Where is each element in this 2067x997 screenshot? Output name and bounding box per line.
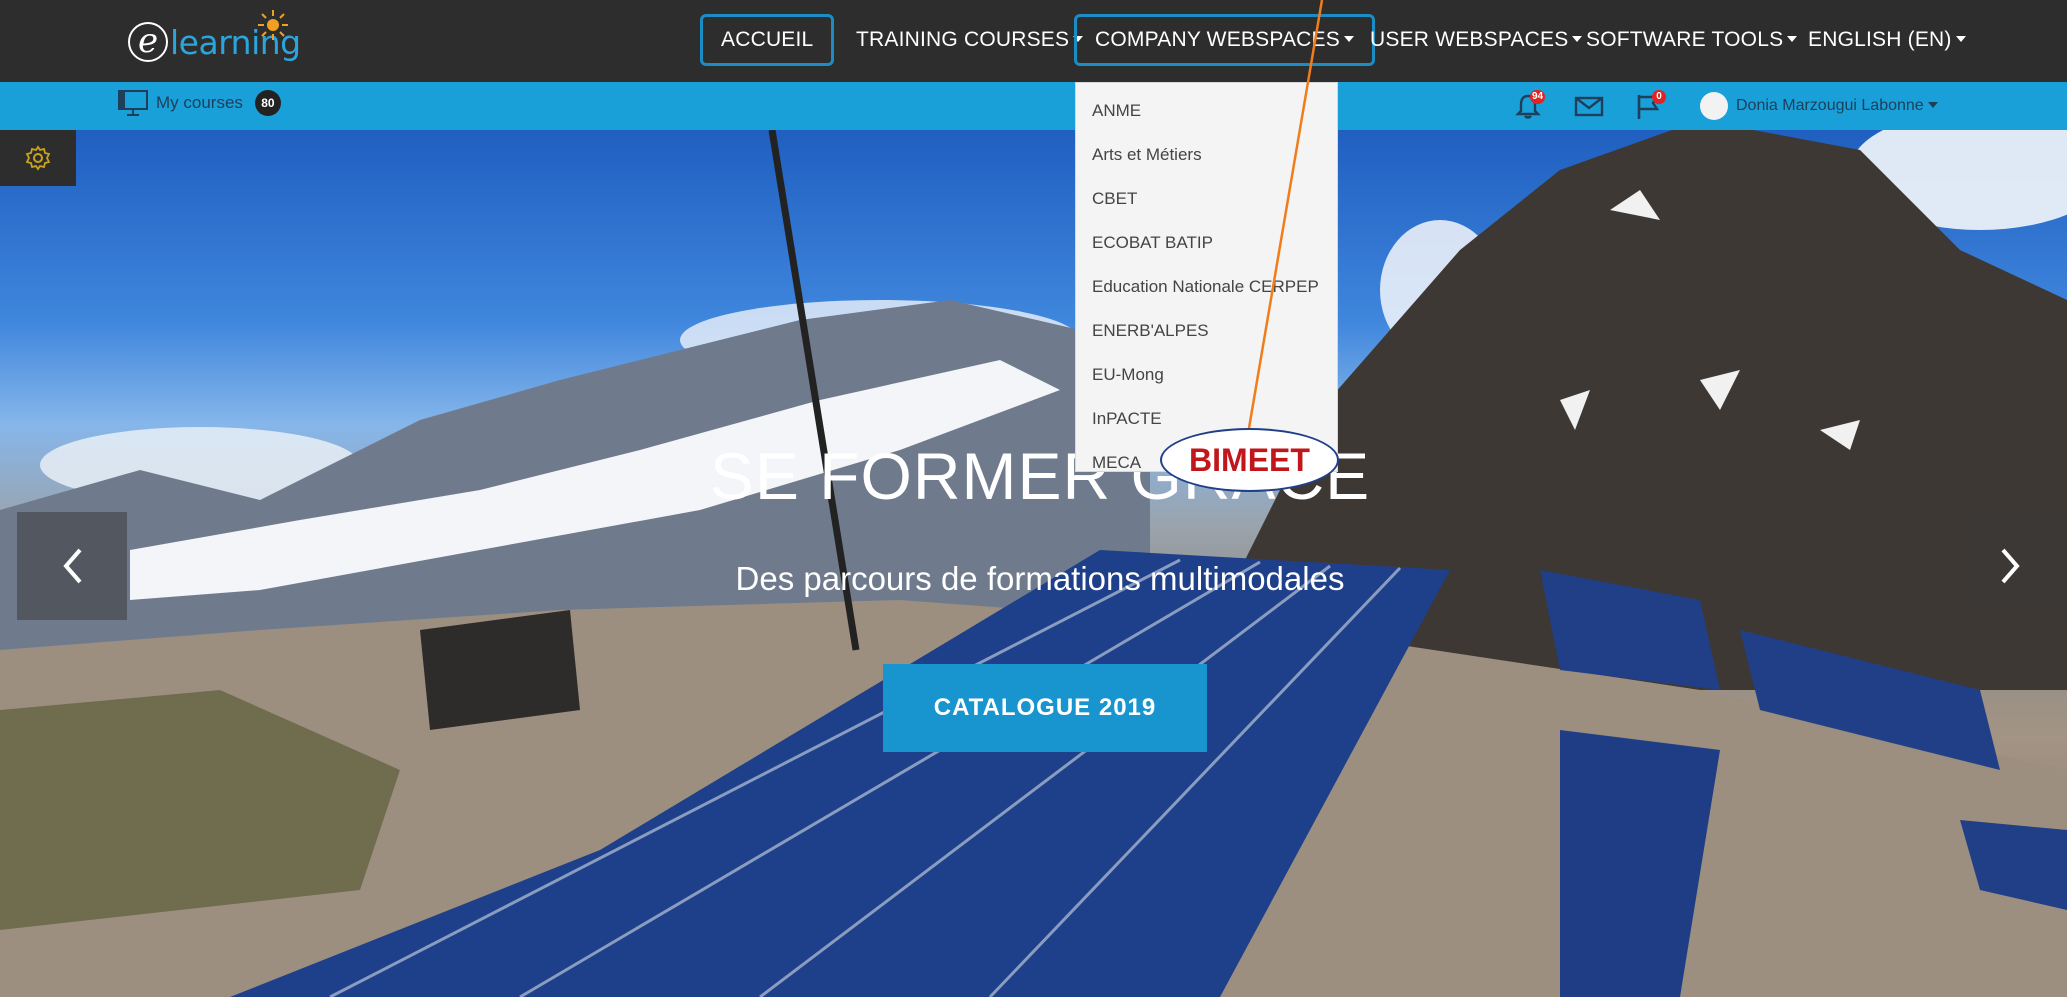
hero-subtitle: Des parcours de formations multimodales (735, 560, 1345, 597)
monitor-icon (118, 90, 148, 116)
flags-button[interactable]: 0 (1634, 90, 1666, 122)
my-courses-link[interactable]: My courses 80 (118, 90, 281, 116)
nav-training-courses[interactable]: TRAINING COURSES (838, 14, 1101, 66)
catalogue-button[interactable]: CATALOGUE 2019 (883, 664, 1207, 752)
nav-language[interactable]: ENGLISH (EN) (1790, 14, 1984, 66)
dropdown-item-enerbalpes[interactable]: ENERB'ALPES (1092, 321, 1209, 341)
main-nav: ACCUEIL TRAINING COURSES COMPANY WEBSPAC… (0, 14, 2067, 66)
top-navbar: e learning ACCUEIL TRAINING COURSES COMP… (0, 0, 2067, 82)
dropdown-item-cbet[interactable]: CBET (1092, 189, 1137, 209)
settings-button[interactable] (0, 130, 76, 186)
chevron-left-icon (63, 548, 82, 584)
notifications-button[interactable]: 94 (1514, 90, 1546, 122)
nav-user-webspaces[interactable]: USER WEBSPACES (1352, 14, 1600, 66)
caret-down-icon (1927, 101, 1938, 108)
nav-company-webspaces[interactable]: COMPANY WEBSPACES (1074, 14, 1375, 66)
dropdown-item-anme[interactable]: ANME (1092, 101, 1141, 121)
caret-down-icon (1955, 35, 1966, 42)
nav-software-tools[interactable]: SOFTWARE TOOLS (1568, 14, 1815, 66)
dropdown-item-eu-mong[interactable]: EU-Mong (1092, 365, 1164, 385)
my-courses-label: My courses (156, 93, 243, 112)
flags-count: 0 (1652, 90, 1666, 104)
my-courses-count: 80 (254, 90, 281, 116)
dropdown-item-inpacte[interactable]: InPACTE (1092, 409, 1162, 429)
chevron-right-icon (2001, 548, 2020, 584)
nav-label: SOFTWARE TOOLS (1586, 28, 1784, 51)
user-menu[interactable]: Donia Marzougui Labonne (1700, 92, 1938, 120)
carousel-prev-button[interactable] (17, 512, 127, 620)
annotation-bimeet: BIMEET (1160, 428, 1339, 492)
nav-label: COMPANY WEBSPACES (1095, 28, 1340, 51)
notifications-count: 94 (1530, 90, 1546, 104)
gear-icon (25, 145, 51, 171)
dropdown-item-arts-et-metiers[interactable]: Arts et Métiers (1092, 145, 1202, 165)
nav-label: ENGLISH (EN) (1808, 28, 1952, 51)
mail-icon (1574, 96, 1604, 117)
user-toolbar: My courses 80 94 0 Donia Marzougui Labon… (0, 82, 2067, 130)
dropdown-item-meca[interactable]: MECA (1092, 453, 1141, 473)
nav-accueil[interactable]: ACCUEIL (700, 14, 835, 66)
user-name: Donia Marzougui Labonne (1736, 97, 1924, 114)
dropdown-item-ecobat-batip[interactable]: ECOBAT BATIP (1092, 233, 1213, 253)
company-webspaces-dropdown: ANME Arts et Métiers CBET ECOBAT BATIP E… (1075, 82, 1338, 472)
carousel-next-button[interactable] (1956, 512, 2066, 620)
nav-label: ACCUEIL (721, 28, 814, 51)
dropdown-item-education-nationale-cerpep[interactable]: Education Nationale CERPEP (1092, 277, 1319, 297)
nav-label: TRAINING COURSES (856, 28, 1070, 51)
nav-label: USER WEBSPACES (1370, 28, 1569, 51)
messages-button[interactable] (1574, 92, 1604, 122)
avatar (1700, 92, 1728, 120)
